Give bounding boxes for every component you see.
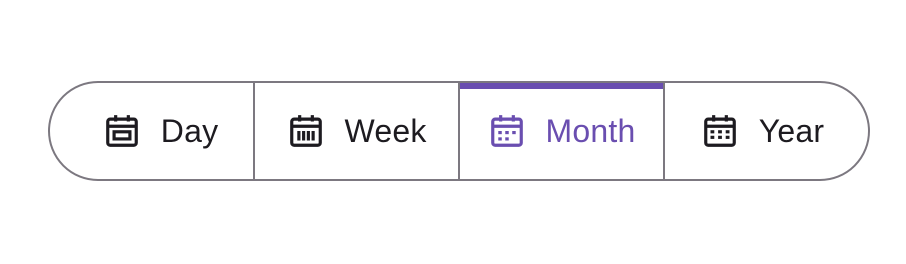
segment-year-label: Year: [758, 112, 825, 149]
calendar-month-icon: [488, 112, 526, 150]
segment-month[interactable]: Month: [458, 83, 663, 179]
view-segmented-control: Day Week Month Year: [48, 81, 870, 181]
calendar-year-icon: [701, 112, 739, 150]
calendar-day-icon: [103, 112, 141, 150]
segment-month-label: Month: [545, 112, 636, 149]
segment-day[interactable]: Day: [50, 83, 253, 179]
calendar-week-icon: [287, 112, 325, 150]
segment-week[interactable]: Week: [253, 83, 458, 179]
segment-day-label: Day: [160, 112, 219, 149]
segment-year[interactable]: Year: [663, 83, 868, 179]
segment-week-label: Week: [344, 112, 427, 149]
selected-indicator: [460, 83, 663, 89]
